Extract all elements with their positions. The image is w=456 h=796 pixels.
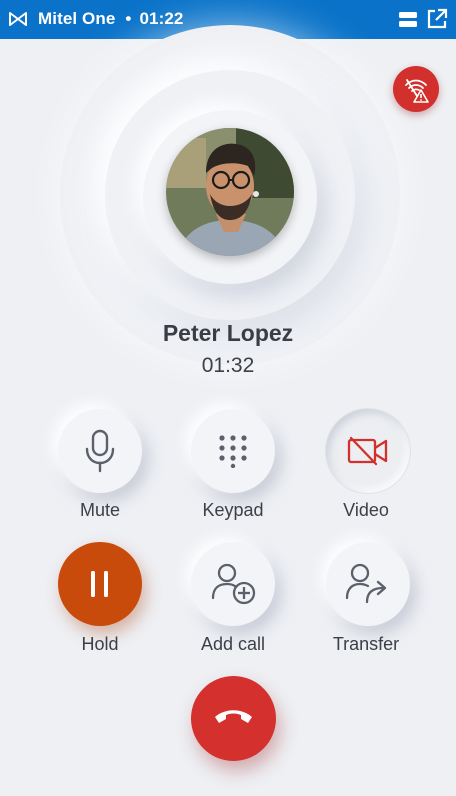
popout-icon[interactable]	[426, 8, 448, 30]
video-label: Video	[343, 500, 389, 520]
mitel-logo-icon	[8, 10, 28, 28]
hold-label: Hold	[81, 634, 119, 654]
keypad-icon	[219, 435, 247, 468]
end-call-button[interactable]	[191, 676, 276, 761]
network-warning-button[interactable]	[393, 66, 439, 112]
hold-button[interactable]	[58, 542, 142, 626]
caller-name: Peter Lopez	[162, 320, 294, 346]
mute-label: Mute	[79, 500, 121, 520]
transfer-button[interactable]	[326, 542, 410, 626]
pause-icon	[91, 571, 108, 597]
keypad-button[interactable]	[191, 409, 275, 493]
add-call-label: Add call	[200, 634, 266, 654]
app-name: Mitel One	[38, 9, 116, 28]
hangup-icon	[215, 710, 252, 723]
video-button[interactable]	[326, 409, 410, 493]
clock: 01:22	[139, 9, 184, 28]
app-title-bar: Mitel One • 01:22	[38, 9, 183, 29]
add-person-icon	[211, 563, 256, 605]
add-call-button[interactable]	[191, 542, 275, 626]
video-off-icon	[347, 436, 388, 466]
mute-button[interactable]	[58, 409, 142, 493]
call-duration: 01:32	[201, 354, 255, 377]
title-separator: •	[125, 9, 132, 28]
menu-icon[interactable]	[398, 10, 418, 29]
caller-avatar	[166, 128, 294, 256]
transfer-label: Transfer	[332, 634, 400, 654]
wifi-warning-icon	[405, 79, 429, 103]
keypad-label: Keypad	[202, 500, 264, 520]
microphone-icon	[85, 429, 115, 473]
transfer-person-icon	[345, 563, 387, 604]
